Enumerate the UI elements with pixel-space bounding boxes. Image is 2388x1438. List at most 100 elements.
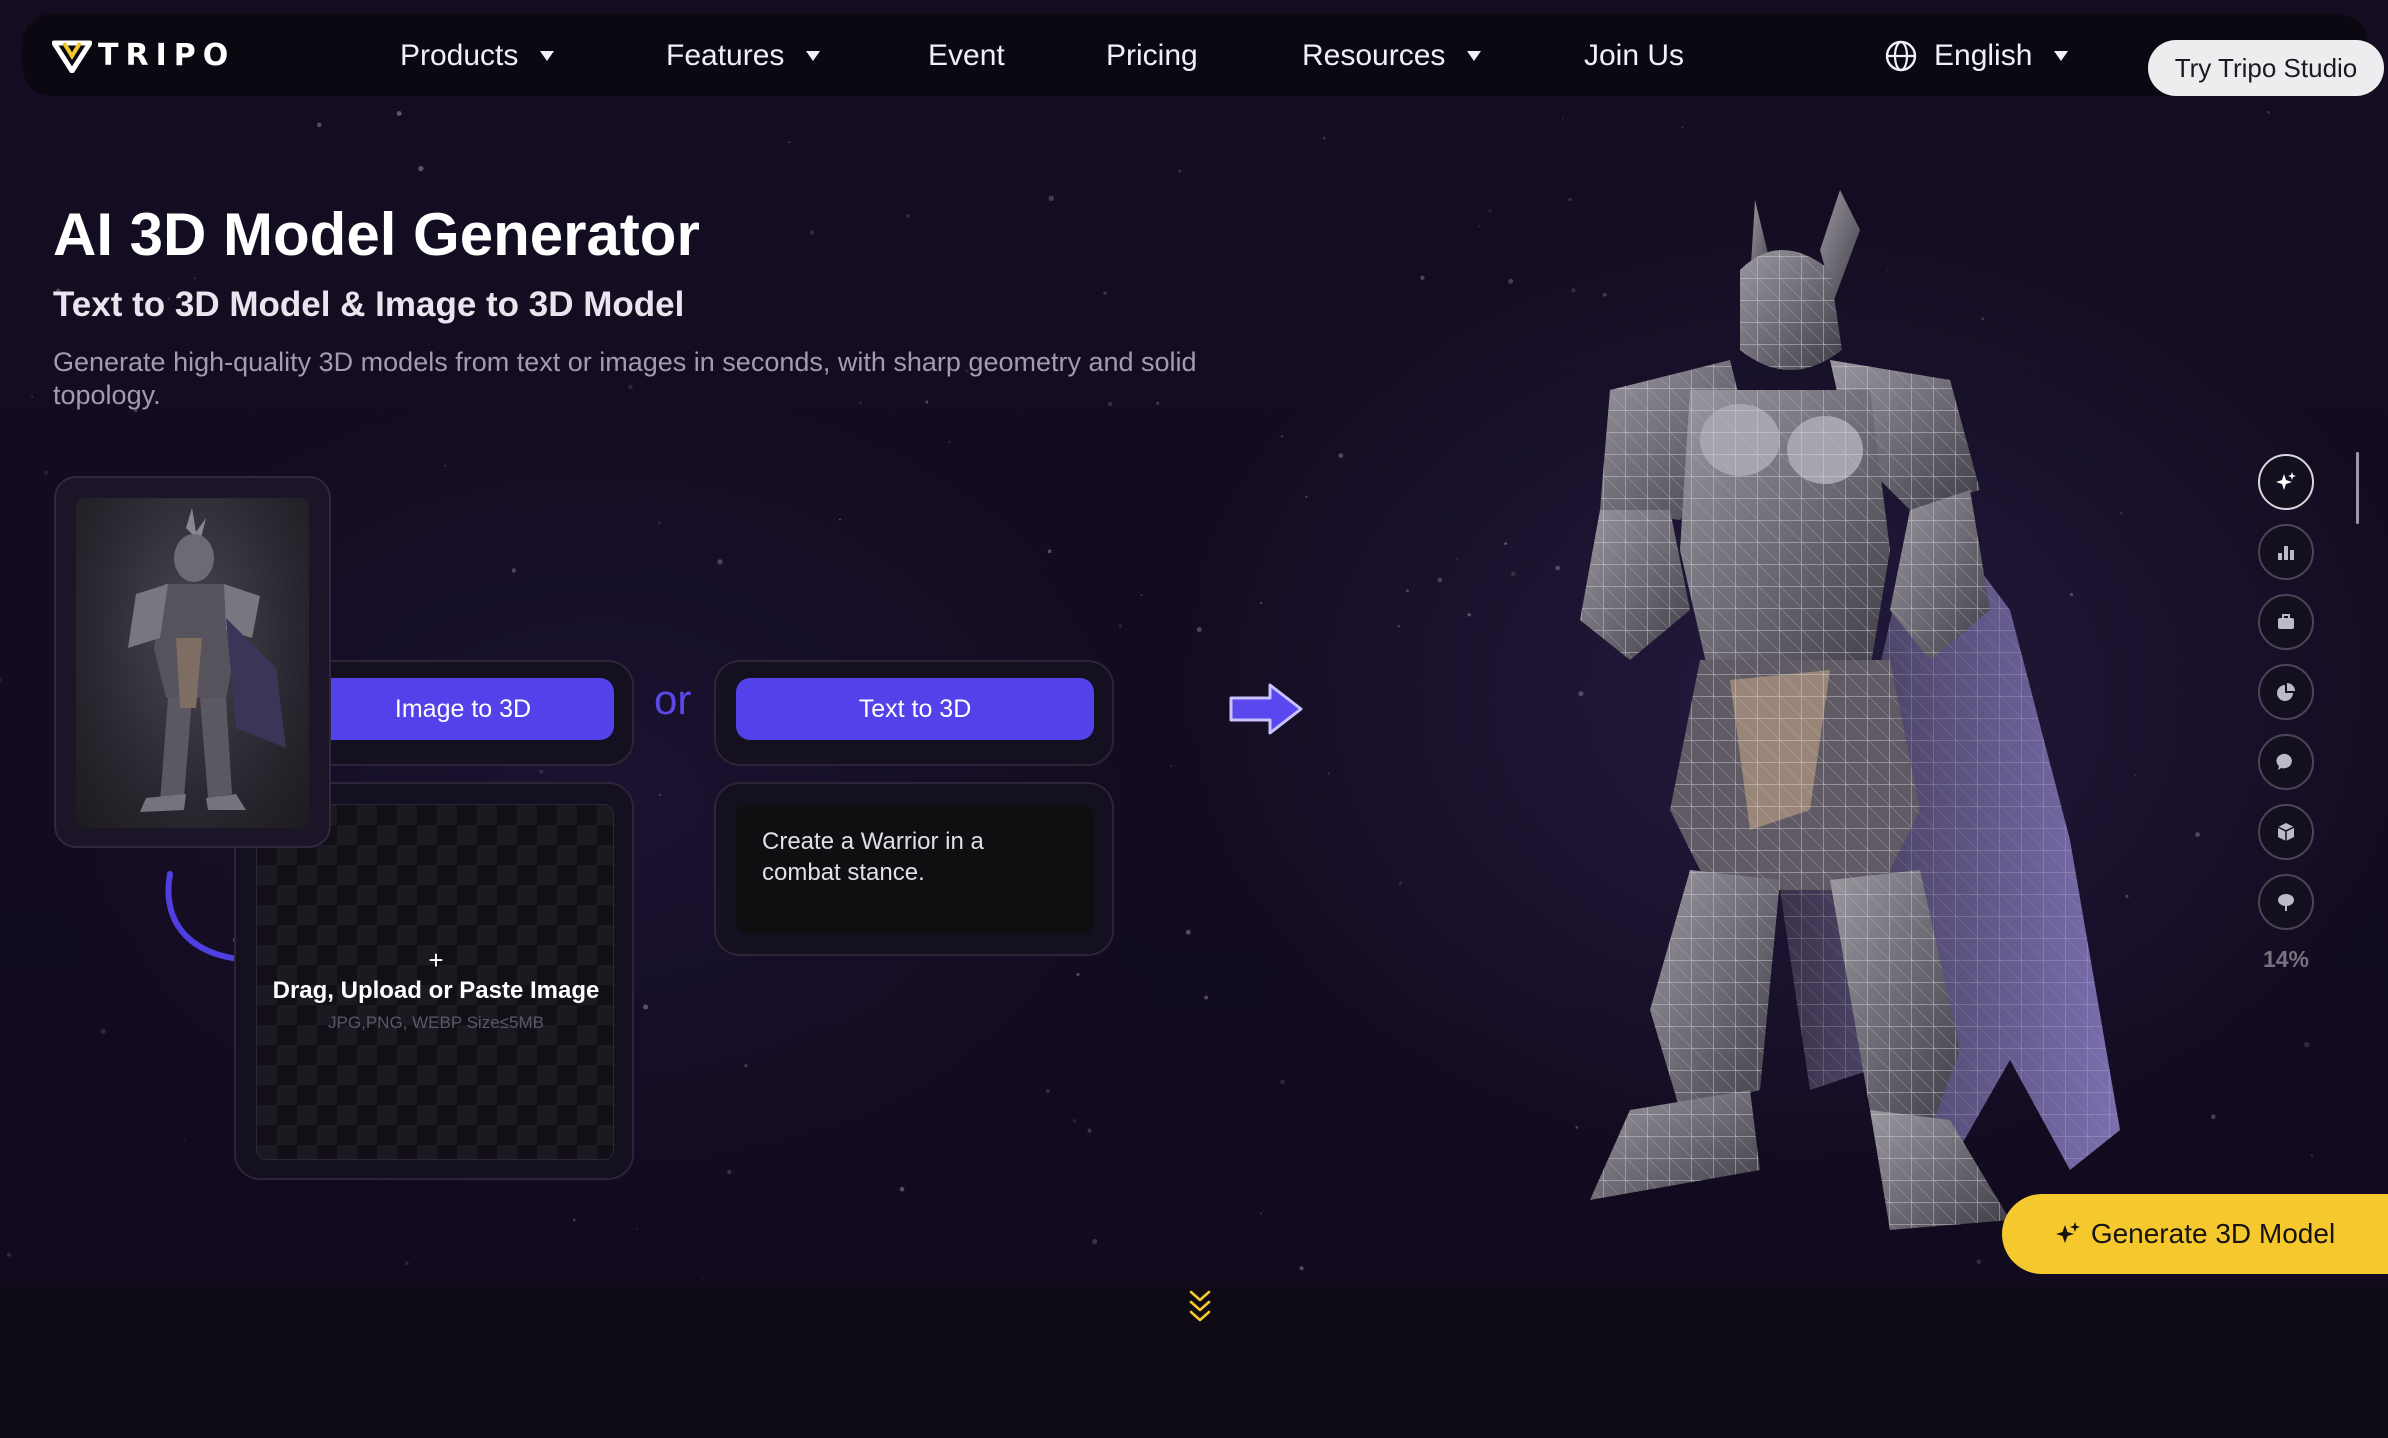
star-dot [1140, 594, 1143, 597]
tripo-logo[interactable]: TRIPO [52, 38, 235, 73]
toolbar-chart-button[interactable] [2258, 524, 2314, 580]
plus-icon: + [428, 945, 444, 975]
hero-description: Generate high-quality 3D models from tex… [53, 347, 1197, 410]
text-to-3d-tab[interactable]: Text to 3D [736, 678, 1094, 740]
text-to-3d-tab-container: Text to 3D [714, 660, 1114, 766]
top-navigation: TRIPO Products Features Event Pricing Re… [22, 14, 2384, 96]
star-dot [658, 793, 661, 796]
toolbar-tree-button[interactable] [2258, 874, 2314, 930]
star-dot [573, 1218, 576, 1222]
star-dot [2267, 110, 2271, 114]
star-dot [2304, 1041, 2310, 1048]
brand-name: TRIPO [98, 38, 236, 73]
star-dot [1437, 577, 1443, 583]
generate-button-label: Generate 3D Model [2090, 1218, 2336, 1249]
language-label: English [1934, 39, 2033, 72]
nav-resources-label: Resources [1302, 39, 1446, 72]
language-selector[interactable]: English [1884, 38, 2069, 74]
star-dot [194, 277, 197, 280]
or-separator: or [654, 676, 692, 723]
star-dot [636, 1228, 638, 1230]
generate-3d-model-button[interactable]: Generate 3D Model [2002, 1194, 2388, 1274]
star-dot [2211, 1114, 2216, 1119]
toolbar-pie-button[interactable] [2258, 664, 2314, 720]
star-dot [1398, 881, 1403, 886]
star-dot [1260, 1212, 1263, 1215]
image-to-3d-tab[interactable]: Image to 3D [312, 678, 614, 740]
toolbar-sparkle-button[interactable] [2258, 454, 2314, 510]
toolbar-briefcase-button[interactable] [2258, 594, 2314, 650]
star-dot [1299, 1266, 1304, 1271]
nav-features-label: Features [666, 39, 785, 72]
nav-join-us[interactable]: Join Us [1584, 38, 1684, 74]
star-dot [1420, 275, 1425, 280]
star-dot [838, 518, 841, 521]
nav-features[interactable]: Features [666, 38, 821, 74]
star-dot [396, 111, 402, 116]
toolbar-chat-button[interactable] [2258, 734, 2314, 790]
caret-down-icon [540, 51, 555, 61]
warrior-photo-thumbnail [76, 498, 309, 828]
toolbar-cube-button[interactable] [2258, 804, 2314, 860]
star-dot [1196, 626, 1202, 633]
upload-hint: JPG,PNG, WEBP Size≤5MB [328, 1013, 544, 1032]
star-dot [1178, 169, 1182, 173]
chat-icon [2276, 753, 2292, 770]
star-dot [401, 152, 404, 155]
briefcase-icon [2278, 614, 2294, 629]
cube-icon [2277, 823, 2295, 841]
star-dot [1561, 118, 1564, 120]
star-dot [1397, 625, 1400, 628]
star-dot [1338, 453, 1344, 459]
sample-image-card[interactable] [54, 476, 331, 848]
star-dot [0, 678, 3, 682]
sparkle-icon [2055, 1222, 2080, 1243]
warrior-thumbnail-image [128, 508, 286, 812]
nav-event[interactable]: Event [928, 38, 1005, 74]
globe-icon [1885, 40, 1917, 72]
sparkle-icon [2276, 472, 2296, 490]
nav-event-label: Event [928, 39, 1005, 72]
star-dot [539, 769, 544, 774]
progress-percentage: 14% [2262, 946, 2310, 972]
star-dot [317, 122, 322, 128]
pie-icon [2277, 683, 2295, 701]
star-dot [1681, 126, 1684, 129]
star-dot [948, 441, 951, 443]
nav-join-us-label: Join Us [1584, 39, 1685, 72]
star-dot [444, 464, 446, 467]
star-dot [1103, 291, 1107, 295]
star-dot [418, 165, 424, 172]
star-dot [2310, 1154, 2314, 1157]
image-dropzone[interactable]: + Drag, Upload or Paste Image JPG,PNG, W… [256, 804, 614, 1160]
star-dot [1072, 1119, 1077, 1123]
star-dot [1170, 765, 1173, 768]
star-dot [1046, 1089, 1050, 1093]
star-dot [1048, 195, 1055, 202]
try-tripo-studio-button[interactable]: Try Tripo Studio [2148, 40, 2384, 96]
chart-icon [2278, 546, 2294, 560]
page-subtitle: Text to 3D Model & Image to 3D Model [53, 285, 685, 324]
star-dot [183, 1139, 186, 1142]
prompt-text-area[interactable]: Create a Warrior in a combat stance. [736, 804, 1094, 934]
star-dot [1406, 589, 1409, 593]
star-dot [899, 1186, 905, 1192]
star-dot [702, 1277, 705, 1280]
toolbar-scrollbar[interactable] [2356, 452, 2359, 524]
star-dot [43, 470, 49, 475]
upload-title: Drag, Upload or Paste Image [272, 977, 600, 1004]
star-dot [727, 1170, 732, 1174]
star-dot [405, 1261, 409, 1265]
scroll-down-chevrons-icon[interactable] [1187, 1288, 1213, 1324]
star-dot [1280, 1079, 1286, 1085]
caret-down-icon [2054, 51, 2069, 61]
star-dot [6, 1252, 11, 1257]
caret-down-icon [1467, 51, 1482, 61]
nav-products[interactable]: Products [400, 38, 555, 74]
warrior-3d-model-preview[interactable] [1450, 190, 2150, 1270]
star-dot [1260, 602, 1263, 605]
nav-resources[interactable]: Resources [1302, 38, 1482, 74]
nav-pricing[interactable]: Pricing [1106, 38, 1198, 74]
nav-pricing-label: Pricing [1106, 39, 1198, 72]
star-dot [1305, 495, 1308, 498]
